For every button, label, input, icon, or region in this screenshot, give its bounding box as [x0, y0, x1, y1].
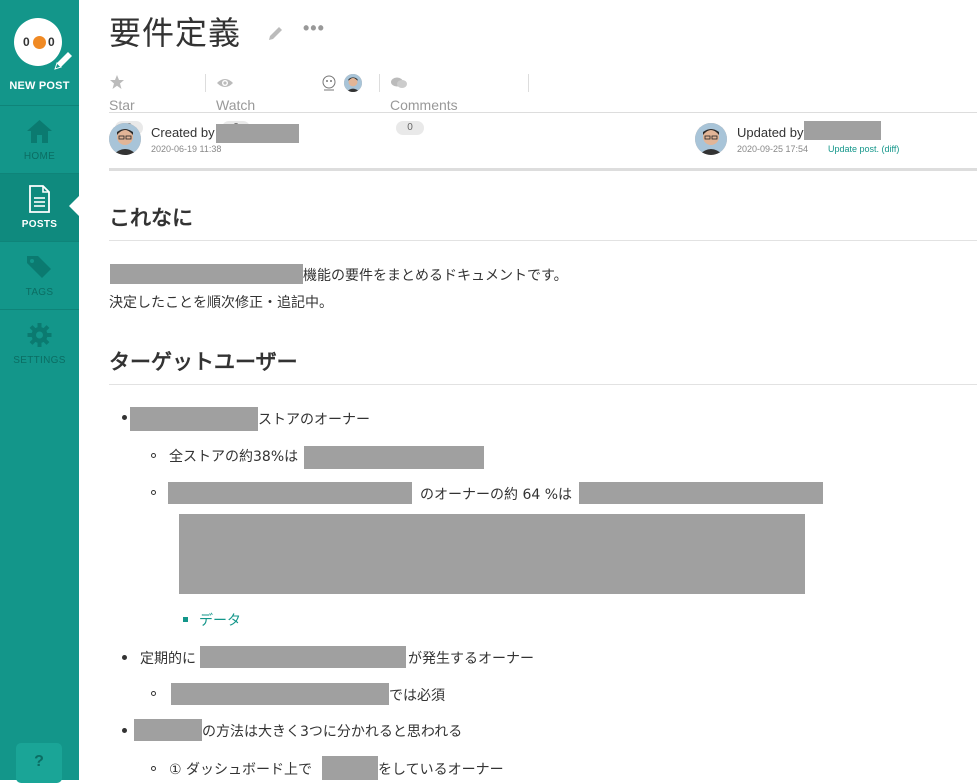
heading-underline [109, 240, 977, 241]
list-item: 定期的に [140, 651, 196, 667]
logo-glyph-left: 0 [23, 35, 30, 49]
created-by-label: Created by [151, 125, 215, 140]
list-item: ストアのオーナー [258, 412, 370, 428]
redacted-text [304, 446, 484, 469]
redacted-text [322, 756, 378, 780]
person-avatar-icon [109, 123, 141, 155]
list-item: では必須 [389, 688, 445, 704]
list-bullet [183, 617, 188, 622]
list-bullet [151, 766, 156, 771]
created-date: 2020-06-19 11:38 [151, 144, 222, 154]
comments-label: Comments [390, 97, 458, 113]
redacted-text [134, 719, 202, 741]
heading-underline [109, 384, 977, 385]
sidebar-item-label: HOME [23, 151, 56, 162]
sidebar-item-tags[interactable]: TAGS [0, 241, 79, 309]
page-title: 要件定義 [109, 14, 242, 52]
sidebar-item-settings[interactable]: SETTINGS [0, 309, 79, 377]
watch-label: Watch [216, 97, 256, 113]
redacted-creator-name [216, 124, 299, 143]
redacted-text [579, 482, 823, 504]
logo-dot [33, 36, 46, 49]
sidebar-item-home[interactable]: HOME [0, 105, 79, 173]
active-indicator [69, 196, 79, 216]
divider [205, 74, 206, 92]
redacted-updater-name [804, 121, 881, 140]
redacted-text [171, 683, 389, 705]
redacted-text [130, 407, 258, 431]
heading-intro: これなに [109, 206, 193, 230]
help-button[interactable]: ? [16, 743, 62, 783]
comments-button[interactable]: Comments 0 [390, 72, 458, 135]
list-item: の方法は大きく3つに分かれると思われる [202, 724, 463, 740]
person-avatar-icon [344, 74, 362, 92]
sidebar-item-label: SETTINGS [13, 355, 66, 366]
updater-avatar[interactable] [695, 123, 727, 155]
list-bullet [122, 415, 127, 420]
divider [109, 112, 977, 113]
redacted-block [179, 514, 805, 594]
new-post-button[interactable]: 0 0 NEW POST [0, 0, 79, 105]
intro-line2: 決定したことを順次修正・追記中。 [109, 295, 333, 311]
divider [109, 168, 977, 171]
comment-icon [391, 77, 407, 88]
list-bullet [122, 655, 127, 660]
eye-icon [217, 79, 233, 87]
redacted-text [200, 646, 406, 668]
watcher-avatar[interactable] [344, 74, 362, 92]
data-link[interactable]: データ [199, 610, 241, 630]
divider [528, 74, 529, 92]
star-icon [110, 75, 124, 89]
list-item: ① ダッシュボード上で [169, 762, 313, 778]
document-icon [29, 185, 50, 213]
list-bullet [151, 490, 156, 495]
update-diff-link[interactable]: Update post. (diff) [828, 144, 899, 154]
tags-icon [27, 256, 51, 278]
sidebar-item-label: TAGS [25, 287, 54, 298]
sidebar-item-label: POSTS [21, 219, 58, 230]
new-post-label: NEW POST [9, 80, 70, 92]
watch-button[interactable]: Watch2 [216, 72, 255, 135]
list-item: をしているオーナー [378, 762, 504, 778]
updated-by-label: Updated by [737, 125, 804, 140]
home-icon [27, 120, 52, 143]
redacted-text [168, 482, 412, 504]
intro-line1: 機能の要件をまとめるドキュメントです。 [303, 268, 568, 284]
sidebar: 0 0 NEW POST HOME POSTS TAGS SETTINGS ? [0, 0, 79, 783]
logo-glyph-right: 0 [48, 35, 55, 49]
person-avatar-icon [695, 123, 727, 155]
comments-count: 0 [396, 121, 424, 135]
edit-icon[interactable] [266, 24, 286, 42]
creator-avatar[interactable] [109, 123, 141, 155]
list-item: のオーナーの約 64 %は [420, 487, 573, 503]
pencil-icon [54, 52, 72, 70]
list-bullet [151, 691, 156, 696]
watcher-avatar-default-icon [322, 75, 336, 91]
more-menu-button[interactable]: ••• [303, 18, 325, 39]
sidebar-item-posts[interactable]: POSTS [0, 173, 79, 241]
gear-icon [27, 323, 52, 347]
updated-date: 2020-09-25 17:54 [737, 144, 809, 154]
star-button[interactable]: Star0 [109, 72, 143, 135]
star-label: Star [109, 97, 135, 113]
list-item: が発生するオーナー [408, 651, 534, 667]
divider [379, 74, 380, 92]
redacted-text [110, 264, 303, 284]
list-bullet [151, 453, 156, 458]
list-item: 全ストアの約38%は [169, 449, 299, 465]
heading-target-users: ターゲットユーザー [109, 350, 298, 374]
list-bullet [122, 728, 127, 733]
